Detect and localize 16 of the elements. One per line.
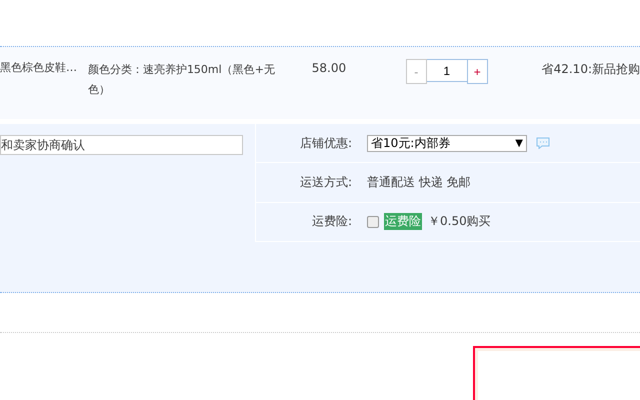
product-sku: 颜色分类：速亮养护150ml（黑色+无色） bbox=[88, 62, 276, 98]
product-price: 58.00 bbox=[310, 61, 348, 75]
insurance-checkbox[interactable] bbox=[367, 216, 379, 228]
coupon-select[interactable]: 省10元:内部券 ▼ bbox=[367, 134, 527, 152]
field-label: 店铺优惠: bbox=[298, 134, 352, 152]
promotion-text: 省42.10:新品抢购 bbox=[542, 61, 640, 78]
shipping-method: 普通配送 快递 免邮 bbox=[367, 174, 471, 191]
field-label: 运费险: bbox=[310, 213, 352, 230]
chat-icon[interactable] bbox=[536, 137, 550, 150]
increase-button[interactable]: + bbox=[466, 59, 488, 84]
insurance-tag: 运费险 bbox=[384, 213, 422, 230]
field-label: 运送方式: bbox=[298, 174, 352, 191]
message-field[interactable]: 和卖家协商确认 bbox=[0, 135, 243, 155]
quantity-field[interactable]: 1 bbox=[426, 59, 467, 82]
insurance-price: ￥0.50购买 bbox=[428, 213, 491, 230]
product-name[interactable]: 黑色棕色皮鞋… bbox=[0, 60, 88, 75]
